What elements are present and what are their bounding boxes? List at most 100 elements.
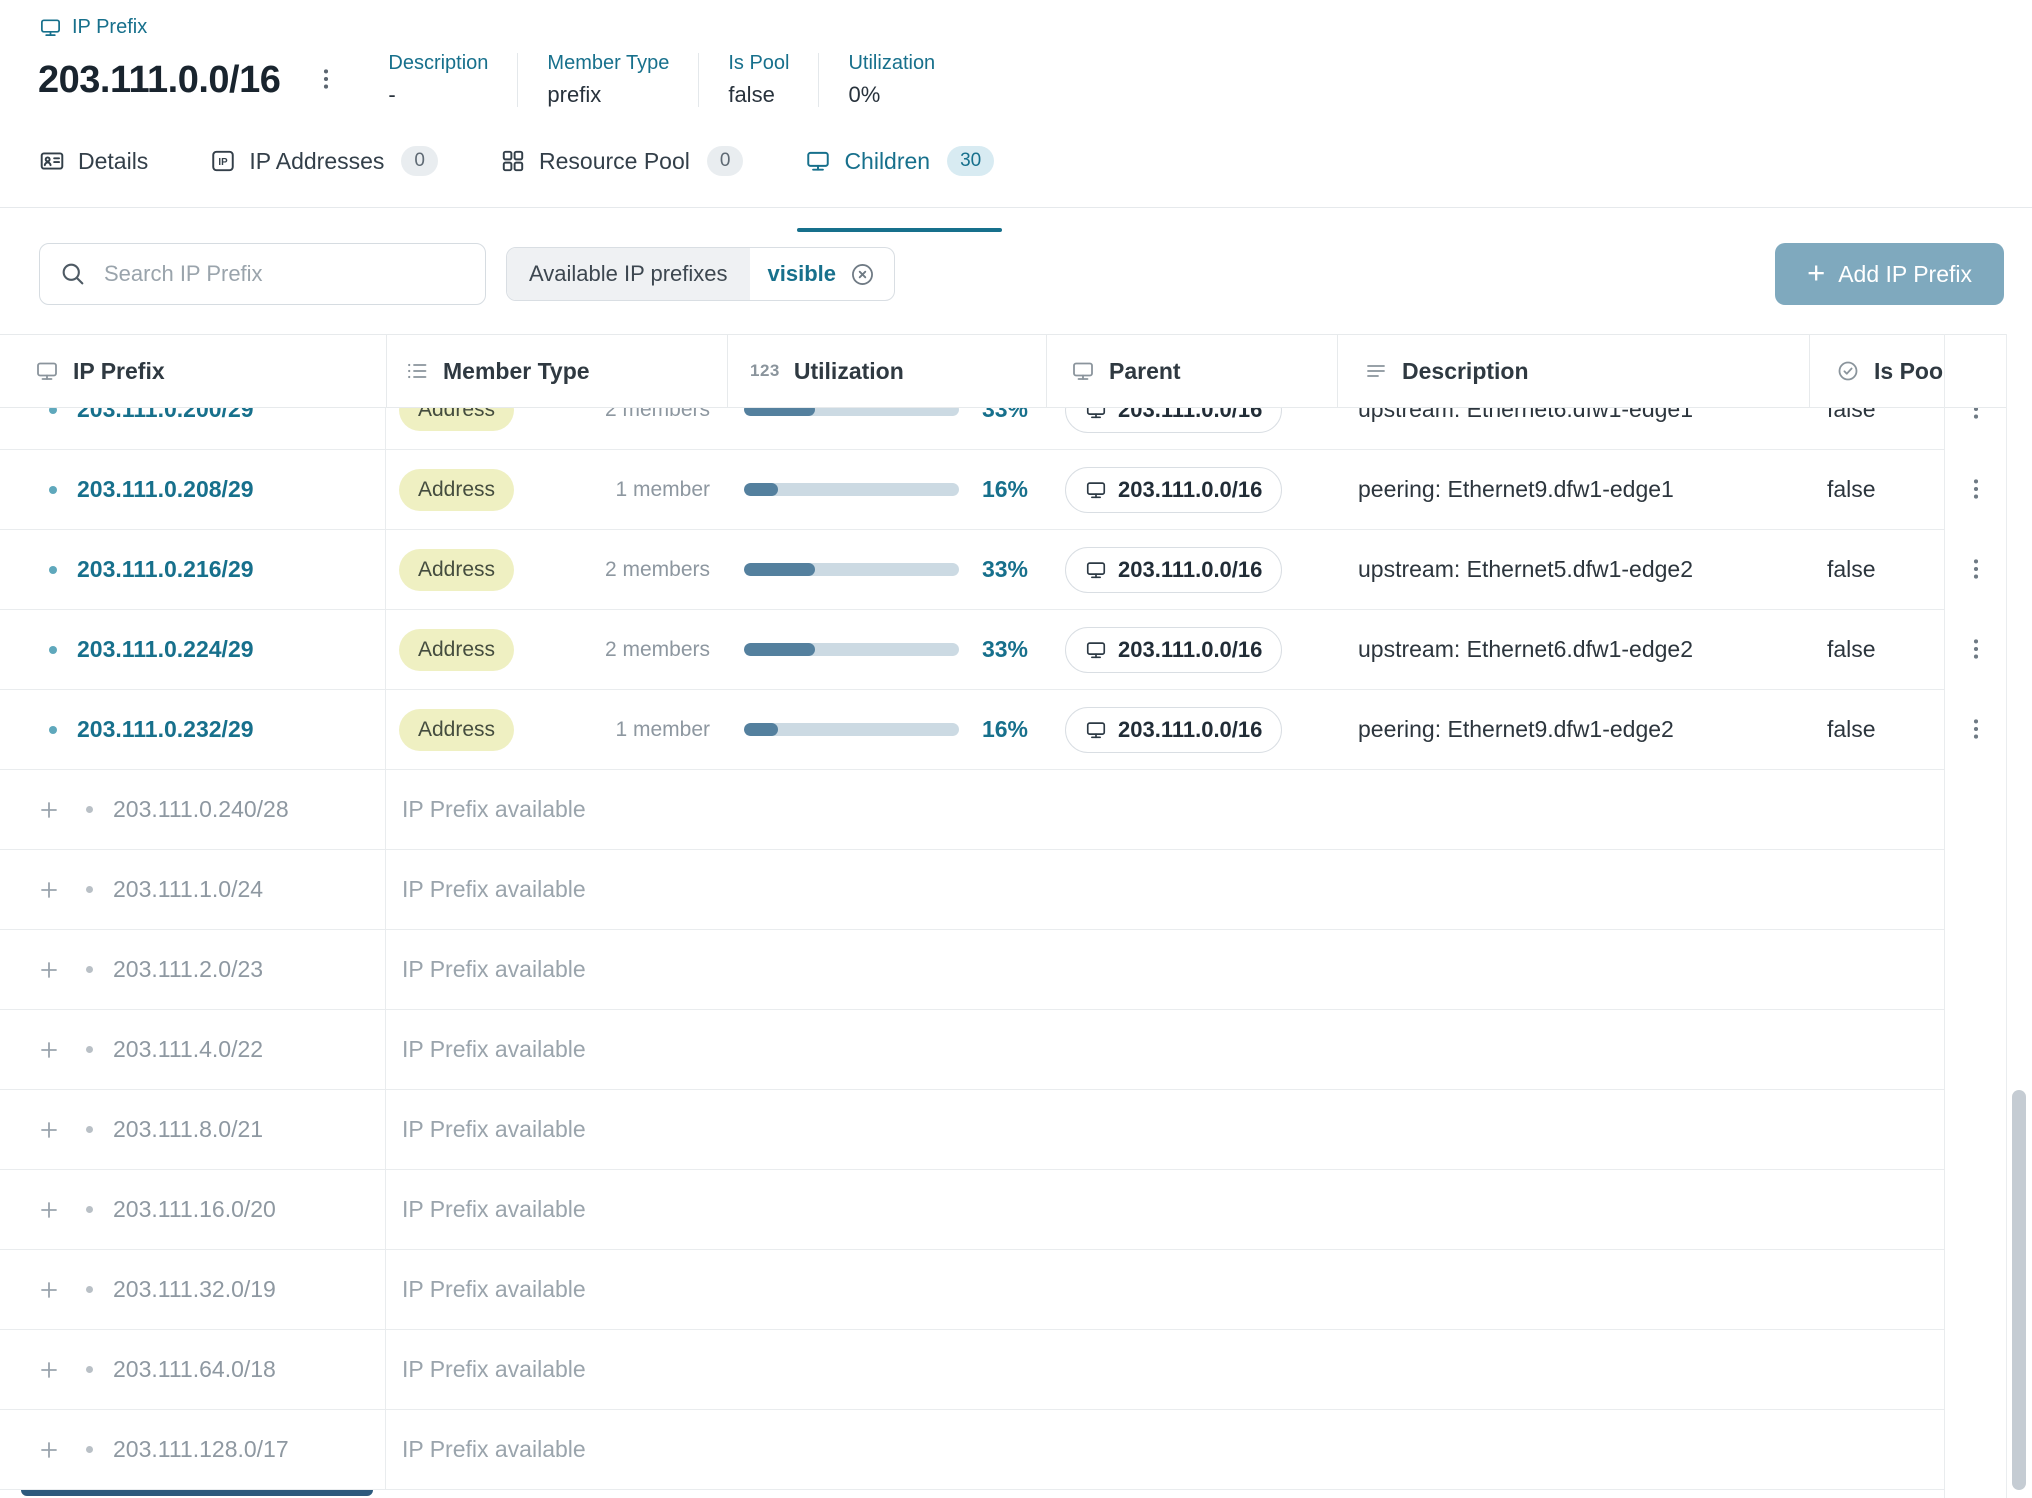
vertical-scrollbar-thumb[interactable] [2012,1090,2026,1490]
column-header-ip-prefix[interactable]: IP Prefix [0,335,386,407]
column-header-description[interactable]: Description [1337,335,1809,407]
member-type-badge: Address [399,629,514,671]
meta-divider [698,53,699,107]
row-actions-button[interactable] [1958,715,1994,745]
parent-chip[interactable]: 203.111.0.0/16 [1065,627,1282,673]
utilization-bar-fill [744,723,778,736]
prefix-cell: 203.111.0.240/28 [0,770,386,849]
table-header: IP Prefix Member Type 123 Utilization Pa… [0,334,1944,408]
prefix-cell: 203.111.8.0/21 [0,1090,386,1169]
utilization-bar [744,643,959,656]
prefix-link[interactable]: 203.111.0.208/29 [77,476,254,503]
add-prefix-here-button[interactable] [36,797,62,823]
prefix-cell: 203.111.4.0/22 [0,1010,386,1089]
tab-resource-pool[interactable]: Resource Pool 0 [500,142,743,208]
parent-label: 203.111.0.0/16 [1118,477,1262,503]
description-cell: upstream: Ethernet5.dfw1-edge2 [1337,530,1809,609]
table-row-available: 203.111.16.0/20 IP Prefix available [0,1170,1944,1250]
prefix-link[interactable]: 203.111.0.232/29 [77,716,254,743]
member-type-cell: Address 1 member [386,450,727,529]
column-header-parent[interactable]: Parent [1046,335,1337,407]
prefix-cell: 203.111.0.224/29 [0,610,386,689]
meta-label: Is Pool [728,52,789,75]
prefix-dot-icon [86,1046,93,1053]
add-prefix-here-button[interactable] [36,877,62,903]
is-pool-value: false [1827,476,1876,503]
utilization-bar-fill [744,483,778,496]
available-label: IP Prefix available [386,1170,1944,1249]
tab-ip-addresses[interactable]: IP IP Addresses 0 [210,142,438,208]
available-prefix-label: 203.111.0.240/28 [113,796,289,823]
add-prefix-here-button[interactable] [36,1357,62,1383]
parent-chip[interactable]: 203.111.0.0/16 [1065,707,1282,753]
prefix-link[interactable]: 203.111.0.224/29 [77,636,254,663]
add-ip-prefix-button[interactable]: + Add IP Prefix [1775,243,2004,305]
parent-cell: 203.111.0.0/16 [1046,450,1337,529]
prefix-cell: 203.111.16.0/20 [0,1170,386,1249]
is-pool-cell: false [1809,530,1944,609]
available-label: IP Prefix available [386,1090,1944,1169]
table-row-available: 203.111.64.0/18 IP Prefix available [0,1330,1944,1410]
prefix-cell: 203.111.64.0/18 [0,1330,386,1409]
search-input[interactable] [39,243,486,305]
available-label: IP Prefix available [386,770,1944,849]
meta-label: Utilization [848,52,935,75]
table-row: 203.111.0.208/29 Address 1 member 16% 20… [0,450,1944,530]
breadcrumb[interactable]: IP Prefix [39,16,147,39]
add-prefix-here-button[interactable] [36,1437,62,1463]
column-header-utilization[interactable]: 123 Utilization [727,335,1046,407]
utilization-bar [744,483,959,496]
add-prefix-here-button[interactable] [36,1277,62,1303]
description-cell: peering: Ethernet9.dfw1-edge2 [1337,690,1809,769]
description-cell: upstream: Ethernet6.dfw1-edge2 [1337,610,1809,689]
parent-label: 203.111.0.0/16 [1118,557,1262,583]
column-header-member-type[interactable]: Member Type [386,335,727,407]
member-type-badge: Address [399,549,514,591]
available-label: IP Prefix available [386,1010,1944,1089]
prefix-dot-icon [86,1206,93,1213]
prefix-link[interactable]: 203.111.0.216/29 [77,556,254,583]
parent-cell: 203.111.0.0/16 [1046,610,1337,689]
table-row-available: 203.111.0.240/28 IP Prefix available [0,770,1944,850]
add-prefix-here-button[interactable] [36,1197,62,1223]
add-prefix-here-button[interactable] [36,1037,62,1063]
number-123-icon: 123 [750,359,780,383]
row-actions-button[interactable] [1958,555,1994,585]
network-icon [1085,639,1107,661]
tab-children[interactable]: Children 30 [805,142,994,208]
row-actions-button[interactable] [1958,475,1994,505]
row-actions-button[interactable] [1958,635,1994,665]
children-table: IP Prefix Member Type 123 Utilization Pa… [0,334,1944,1498]
table-row-available: 203.111.1.0/24 IP Prefix available [0,850,1944,930]
filter-remove-button[interactable] [849,261,876,288]
parent-chip[interactable]: 203.111.0.0/16 [1065,547,1282,593]
ip-address-icon: IP [210,148,236,174]
table-row: 203.111.0.216/29 Address 2 members 33% 2… [0,530,1944,610]
title-row: 203.111.0.0/16 Description - Member Type… [38,48,935,112]
member-type-badge: Address [399,709,514,751]
title-menu-button[interactable] [304,58,348,102]
column-header-is-pool[interactable]: Is Pool [1809,335,1944,407]
svg-text:IP: IP [219,157,229,168]
prefix-cell: 203.111.2.0/23 [0,930,386,1009]
prefix-dot-icon [86,886,93,893]
prefix-cell: 203.111.0.208/29 [0,450,386,529]
search-box [39,243,486,305]
actions-rail-header [1945,334,2006,408]
member-type-cell: Address 1 member [386,690,727,769]
id-card-icon [39,148,65,174]
vertical-scrollbar[interactable] [2006,334,2032,1498]
member-type-badge: Address [399,469,514,511]
prefix-cell: 203.111.0.216/29 [0,530,386,609]
table-row-available: 203.111.2.0/23 IP Prefix available [0,930,1944,1010]
description-cell: peering: Ethernet9.dfw1-edge1 [1337,450,1809,529]
meta-label: Member Type [547,52,669,75]
network-icon [39,16,62,39]
parent-chip[interactable]: 203.111.0.0/16 [1065,467,1282,513]
prefix-dot-icon [49,646,57,654]
prefix-cell: 203.111.32.0/19 [0,1250,386,1329]
tab-details[interactable]: Details [39,142,148,208]
add-prefix-here-button[interactable] [36,1117,62,1143]
add-prefix-here-button[interactable] [36,957,62,983]
network-icon [35,359,59,383]
